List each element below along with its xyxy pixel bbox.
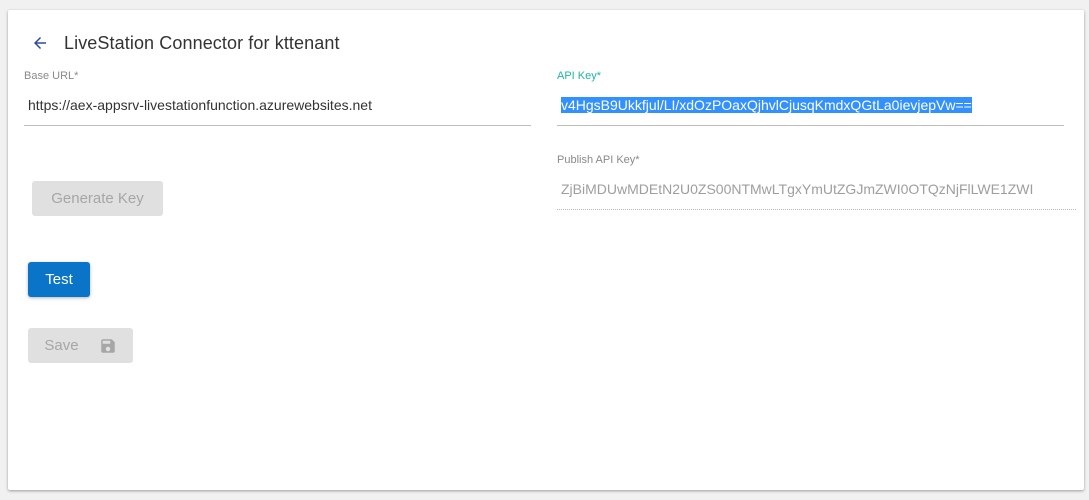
publish-api-key-label: Publish API Key*: [557, 154, 640, 166]
base-url-label: Base URL*: [24, 70, 79, 82]
floppy-disk-icon: [100, 338, 115, 353]
publish-api-key-input: ZjBiMDUwMDEtN2U0ZS00NTMwLTgxYmUtZGJmZWI0…: [561, 181, 1034, 197]
back-button[interactable]: [28, 31, 52, 55]
publish-api-key-field: Publish API Key* ZjBiMDUwMDEtN2U0ZS00NTM…: [557, 154, 1076, 210]
connector-card: LiveStation Connector for kttenant Base …: [8, 10, 1084, 490]
page-header: LiveStation Connector for kttenant: [28, 30, 340, 56]
generate-key-button[interactable]: Generate Key: [32, 181, 163, 216]
base-url-input[interactable]: https://aex-appsrv-livestationfunction.a…: [24, 94, 531, 116]
test-button[interactable]: Test: [28, 262, 90, 297]
api-key-selected-value: v4HgsB9Ukkfjul/LI/xdOzPOaxQjhvlCjusqKmdx…: [561, 97, 972, 113]
save-button-label: Save: [44, 337, 79, 354]
api-key-underline: [557, 125, 1064, 126]
base-url-underline: [24, 125, 531, 126]
page-title: LiveStation Connector for kttenant: [64, 32, 340, 53]
save-button[interactable]: Save: [28, 328, 133, 363]
api-key-input[interactable]: v4HgsB9Ukkfjul/LI/xdOzPOaxQjhvlCjusqKmdx…: [557, 94, 1064, 116]
base-url-field: Base URL* https://aex-appsrv-livestation…: [24, 70, 531, 126]
publish-api-key-underline: [557, 209, 1076, 210]
arrow-left-icon: [34, 37, 46, 49]
api-key-label: API Key*: [557, 70, 602, 82]
api-key-field: API Key* v4HgsB9Ukkfjul/LI/xdOzPOaxQjhvl…: [557, 70, 1064, 126]
